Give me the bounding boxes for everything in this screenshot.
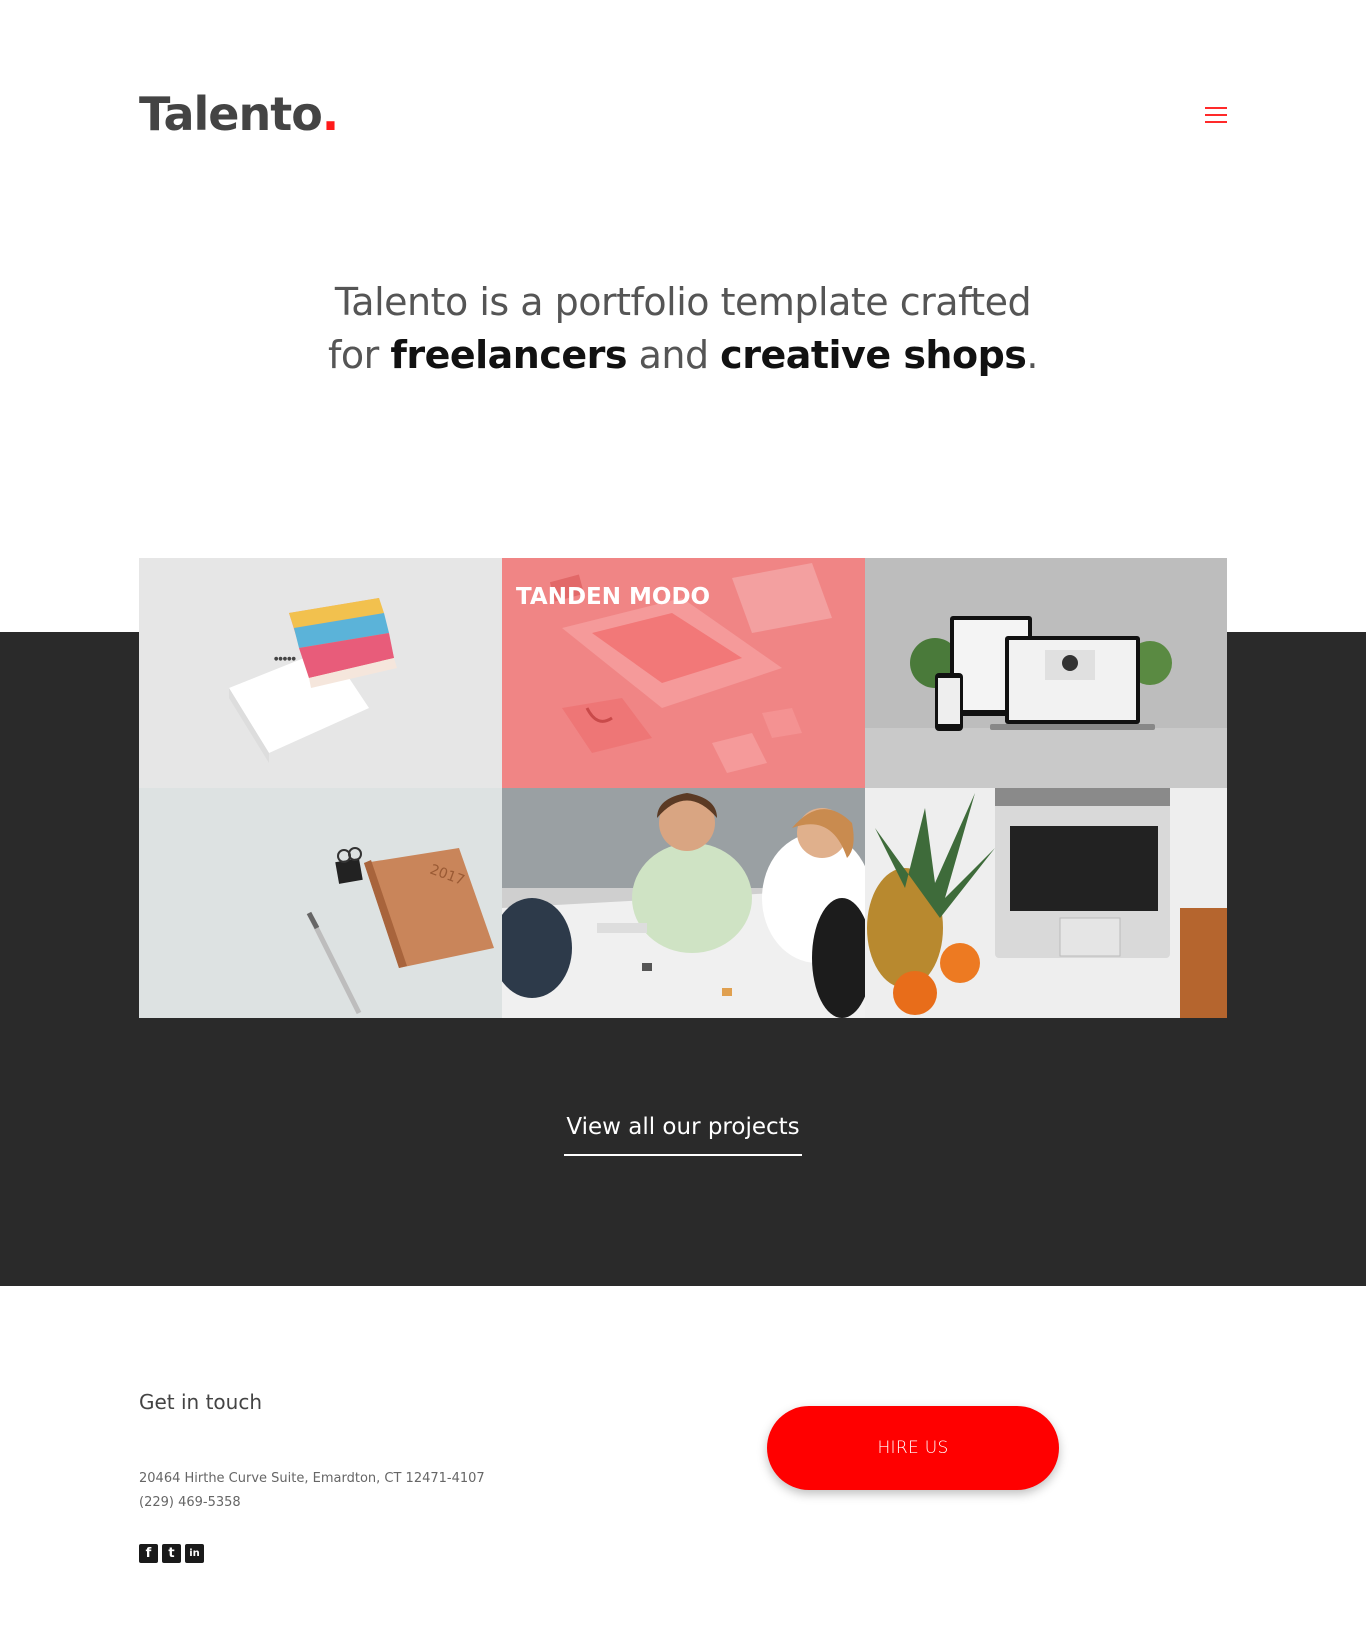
hero-line-2-start: for [327, 333, 391, 377]
tile-title: TANDEN MODO [516, 584, 711, 610]
contact-address: 20464 Hirthe Curve Suite, Emardton, CT 1… [139, 1471, 485, 1486]
portfolio-tile-team-meeting[interactable] [502, 788, 865, 1018]
contact-title: Get in touch [139, 1390, 263, 1414]
hire-us-button[interactable]: HIRE US [767, 1406, 1059, 1490]
portfolio-tile-responsive-devices[interactable] [865, 558, 1227, 788]
linkedin-icon[interactable]: in [185, 1544, 204, 1563]
responsive-devices-photo [865, 558, 1227, 788]
business-cards-photo: ●●●●● [139, 558, 502, 788]
hamburger-menu-icon[interactable] [1205, 107, 1227, 124]
facebook-icon[interactable]: f [139, 1544, 158, 1563]
hero-strong-creative-shops: creative shops [720, 333, 1027, 377]
twitter-icon[interactable]: t [162, 1544, 181, 1563]
hero-strong-freelancers: freelancers [390, 333, 628, 377]
portfolio-tile-notebook[interactable]: 2017 [139, 788, 502, 1018]
hero-tagline: Talento is a portfolio template crafted … [283, 276, 1083, 382]
social-links: f t in [139, 1544, 204, 1563]
logo-dot: . [321, 87, 340, 141]
contact-phone[interactable]: (229) 469-5358 [139, 1495, 241, 1510]
portfolio-tile-laptop-pineapple[interactable] [865, 788, 1227, 1018]
laptop-pineapple-photo [865, 788, 1227, 1018]
svg-text:●●●●●: ●●●●● [274, 656, 296, 662]
hero-line-2-middle: and [627, 333, 721, 377]
portfolio-tile-tanden-modo[interactable]: TANDEN MODO [502, 558, 865, 788]
team-meeting-photo [502, 788, 865, 1018]
site-logo[interactable]: Talento. [139, 86, 340, 142]
view-all-projects-link[interactable]: View all our projects [564, 1114, 802, 1156]
notebook-pen-photo: 2017 [139, 788, 502, 1018]
logo-text: Talento [139, 87, 323, 141]
portfolio-grid: ●●●●● TANDEN MODO 2017 [139, 558, 1227, 1018]
portfolio-tile-business-cards[interactable]: ●●●●● [139, 558, 502, 788]
hero-line-1: Talento is a portfolio template crafted [334, 280, 1032, 324]
hero-line-2-end: . [1026, 333, 1039, 377]
